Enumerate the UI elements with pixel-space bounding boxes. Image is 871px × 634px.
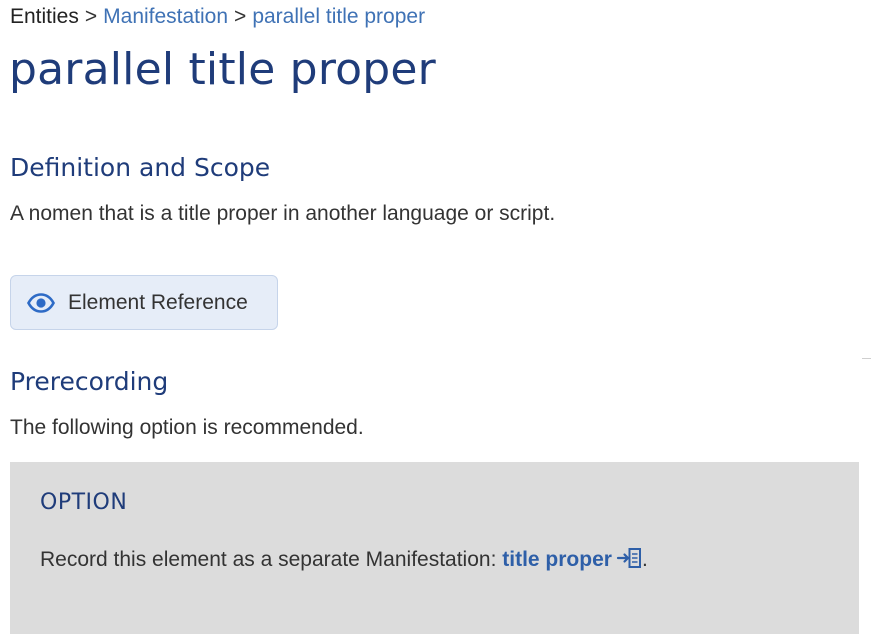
breadcrumb-item-entities: Entities [10, 5, 79, 28]
divider [862, 358, 871, 359]
definition-heading: Definition and Scope [10, 153, 271, 182]
title-proper-link-label: title proper [502, 548, 612, 571]
eye-icon [27, 293, 55, 313]
jump-to-element-icon [616, 548, 641, 568]
option-box: OPTION Record this element as a separate… [10, 462, 859, 634]
breadcrumb-separator: > [234, 5, 247, 28]
element-reference-button[interactable]: Element Reference [10, 275, 278, 330]
option-text: Record this element as a separate Manife… [40, 546, 648, 574]
option-text-after: . [641, 548, 648, 571]
page-title: parallel title proper [9, 44, 436, 95]
prerecording-text: The following option is recommended. [10, 416, 364, 439]
option-text-before: Record this element as a separate Manife… [40, 548, 503, 571]
element-reference-label: Element Reference [68, 291, 248, 314]
breadcrumb-separator: > [84, 5, 98, 28]
option-title: OPTION [40, 490, 128, 515]
definition-text: A nomen that is a title proper in anothe… [10, 202, 556, 225]
prerecording-heading: Prerecording [10, 367, 169, 396]
title-proper-link[interactable]: title proper [502, 548, 642, 571]
breadcrumb-item-current[interactable]: parallel title proper [252, 5, 425, 28]
breadcrumb: Entities > Manifestation > parallel title pr… [10, 4, 425, 30]
breadcrumb-item-manifestation[interactable]: Manifestation [103, 5, 228, 28]
